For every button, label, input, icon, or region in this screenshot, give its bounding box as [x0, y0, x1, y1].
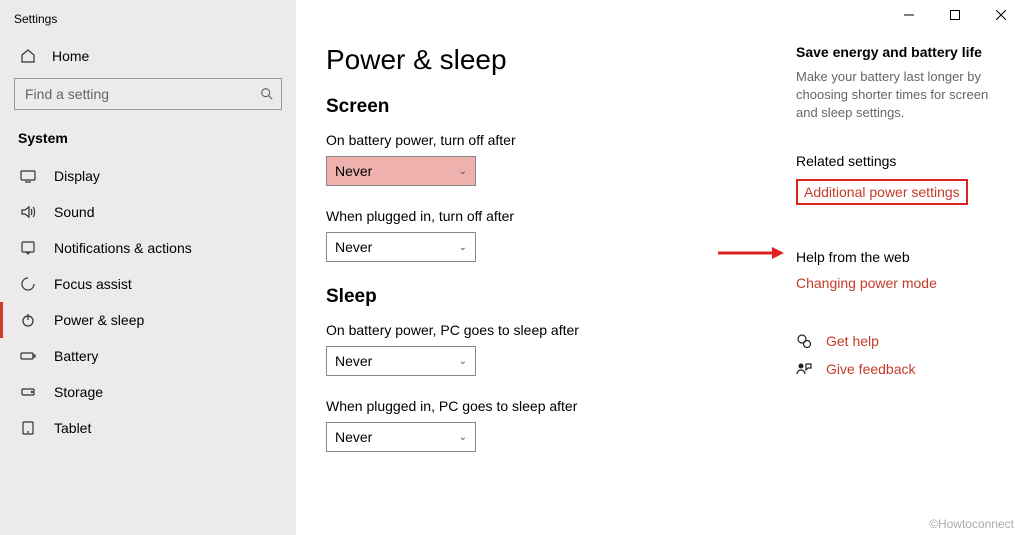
screen-heading: Screen	[326, 96, 786, 118]
page-title: Power & sleep	[326, 44, 786, 76]
changing-power-mode-link[interactable]: Changing power mode	[796, 275, 937, 291]
nav-label: Storage	[54, 384, 103, 400]
get-help-link[interactable]: Get help	[826, 333, 879, 349]
close-button[interactable]	[978, 0, 1024, 30]
chevron-down-icon: ⌄	[459, 242, 467, 253]
screen-plugged-label: When plugged in, turn off after	[326, 208, 786, 224]
select-value: Never	[335, 429, 372, 445]
nav-tablet[interactable]: Tablet	[0, 410, 296, 446]
nav-sound[interactable]: Sound	[0, 194, 296, 230]
power-icon	[20, 312, 36, 328]
nav-label: Sound	[54, 204, 94, 220]
give-feedback-link[interactable]: Give feedback	[826, 361, 916, 377]
select-value: Never	[335, 353, 372, 369]
display-icon	[20, 168, 36, 184]
additional-power-settings-link[interactable]: Additional power settings	[796, 179, 968, 205]
nav-label: Battery	[54, 348, 98, 364]
focus-icon	[20, 276, 36, 292]
sound-icon	[20, 204, 36, 220]
sleep-battery-select[interactable]: Never ⌄	[326, 346, 476, 376]
sleep-battery-label: On battery power, PC goes to sleep after	[326, 322, 786, 338]
search-wrap	[14, 78, 282, 110]
sidebar: Settings Home System Display Sound Notif…	[0, 0, 296, 535]
sleep-plugged-select[interactable]: Never ⌄	[326, 422, 476, 452]
minimize-button[interactable]	[886, 0, 932, 30]
notifications-icon	[20, 240, 36, 256]
maximize-button[interactable]	[932, 0, 978, 30]
category-heading: System	[0, 124, 296, 158]
help-heading: Help from the web	[796, 249, 994, 265]
screen-plugged-select[interactable]: Never ⌄	[326, 232, 476, 262]
battery-icon	[20, 348, 36, 364]
sleep-heading: Sleep	[326, 286, 786, 308]
select-value: Never	[335, 239, 372, 255]
select-value: Never	[335, 163, 372, 179]
window-controls	[886, 0, 1024, 30]
app-title: Settings	[0, 8, 296, 38]
info-text: Make your battery last longer by choosin…	[796, 68, 994, 123]
home-label: Home	[52, 48, 89, 64]
nav-label: Display	[54, 168, 100, 184]
nav-power-sleep[interactable]: Power & sleep	[0, 302, 296, 338]
nav-notifications[interactable]: Notifications & actions	[0, 230, 296, 266]
nav-label: Power & sleep	[54, 312, 144, 328]
home-nav[interactable]: Home	[0, 38, 296, 74]
nav-label: Notifications & actions	[54, 240, 192, 256]
watermark: ©Howtoconnect	[929, 517, 1014, 531]
get-help-icon	[796, 333, 812, 349]
nav-label: Tablet	[54, 420, 91, 436]
nav-storage[interactable]: Storage	[0, 374, 296, 410]
storage-icon	[20, 384, 36, 400]
tablet-icon	[20, 420, 36, 436]
screen-battery-select[interactable]: Never ⌄	[326, 156, 476, 186]
chevron-down-icon: ⌄	[459, 432, 467, 443]
home-icon	[20, 48, 36, 64]
feedback-icon	[796, 361, 812, 377]
nav-focus-assist[interactable]: Focus assist	[0, 266, 296, 302]
main-content: Power & sleep Screen On battery power, t…	[296, 0, 1024, 535]
chevron-down-icon: ⌄	[459, 356, 467, 367]
related-heading: Related settings	[796, 153, 994, 169]
sleep-plugged-label: When plugged in, PC goes to sleep after	[326, 398, 786, 414]
chevron-down-icon: ⌄	[459, 166, 467, 177]
nav-battery[interactable]: Battery	[0, 338, 296, 374]
search-input[interactable]	[14, 78, 282, 110]
nav-label: Focus assist	[54, 276, 132, 292]
screen-battery-label: On battery power, turn off after	[326, 132, 786, 148]
nav-display[interactable]: Display	[0, 158, 296, 194]
info-title: Save energy and battery life	[796, 44, 994, 60]
